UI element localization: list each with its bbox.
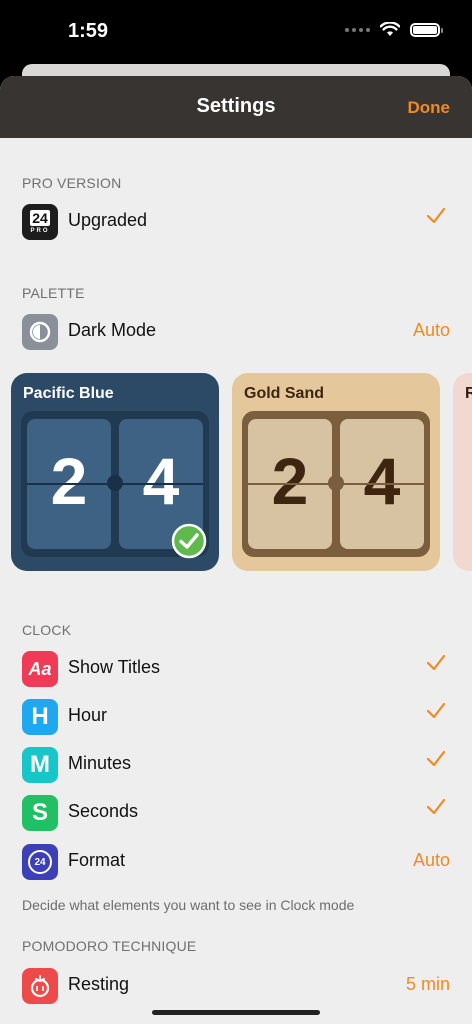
- page-title: Settings: [196, 95, 276, 117]
- show-titles-row[interactable]: Aa Show Titles: [0, 645, 472, 693]
- dark-mode-row[interactable]: Dark Mode Auto: [0, 308, 472, 356]
- seconds-s-icon: S: [22, 795, 58, 831]
- format-24-icon: 24: [22, 844, 58, 880]
- section-header-clock: CLOCK: [22, 622, 72, 638]
- section-header-pomodoro: POMODORO TECHNIQUE: [22, 938, 197, 954]
- checkmark-icon: [426, 702, 446, 719]
- palette-card-partial[interactable]: R: [453, 373, 472, 571]
- section-header-pro: PRO VERSION: [22, 175, 122, 191]
- seconds-row[interactable]: S Seconds: [0, 789, 472, 837]
- upgraded-label: Upgraded: [68, 210, 148, 230]
- flip-tile: 2: [27, 419, 111, 549]
- palette-name: R: [465, 385, 472, 402]
- status-time: 1:59: [68, 20, 109, 42]
- resting-row[interactable]: Resting 5 min: [0, 962, 472, 1010]
- flip-digit: 2: [271, 444, 309, 518]
- status-icons: [345, 22, 443, 37]
- minutes-label: Minutes: [68, 753, 132, 773]
- wifi-icon: [380, 22, 400, 36]
- palette-name: Gold Sand: [244, 385, 324, 402]
- clock-footer-note: Decide what elements you want to see in …: [22, 897, 355, 913]
- checkmark-icon: [426, 798, 446, 815]
- hinge: [328, 475, 344, 491]
- checkmark-icon: [426, 207, 446, 224]
- palette-name: Pacific Blue: [23, 385, 114, 402]
- battery-icon: [410, 22, 443, 37]
- dark-mode-value: Auto: [412, 320, 450, 340]
- checkmark-icon: [426, 750, 446, 767]
- pro-24-icon: 24 PRO: [22, 204, 58, 240]
- seconds-label: Seconds: [68, 801, 139, 821]
- font-aa-icon: Aa: [22, 651, 58, 687]
- hour-row[interactable]: H Hour: [0, 693, 472, 741]
- format-label: Format: [68, 850, 126, 870]
- flip-digit: 2: [50, 444, 88, 518]
- format-value: Auto: [412, 850, 450, 870]
- resting-label: Resting: [68, 974, 130, 994]
- tomato-icon: [22, 968, 58, 1004]
- hinge: [107, 475, 123, 491]
- cellular-dots-icon: [345, 27, 370, 32]
- checkmark-icon: [426, 654, 446, 671]
- resting-value: 5 min: [405, 974, 450, 994]
- minutes-row[interactable]: M Minutes: [0, 741, 472, 789]
- selected-check-icon: [171, 523, 207, 559]
- flip-digit: 4: [363, 444, 401, 518]
- dark-mode-icon: [22, 314, 58, 350]
- flip-clock-preview: 2 4: [242, 411, 430, 557]
- palette-card-pacific-blue[interactable]: Pacific Blue 2 4: [11, 373, 219, 571]
- flip-digit: 4: [142, 444, 180, 518]
- status-bar: 1:59: [0, 0, 472, 64]
- hour-h-icon: H: [22, 699, 58, 735]
- hour-label: Hour: [68, 705, 108, 725]
- flip-tile: 2: [248, 419, 332, 549]
- dark-mode-label: Dark Mode: [68, 320, 157, 340]
- home-indicator: [152, 1010, 320, 1015]
- section-header-palette: PALETTE: [22, 285, 85, 301]
- minutes-m-icon: M: [22, 747, 58, 783]
- settings-sheet: Settings Done PRO VERSION 24 PRO Upgrade…: [0, 76, 472, 1024]
- flip-tile: 4: [340, 419, 424, 549]
- upgraded-row[interactable]: 24 PRO Upgraded: [0, 198, 472, 246]
- navigation-bar: Settings Done: [0, 76, 472, 138]
- done-button[interactable]: Done: [408, 98, 451, 118]
- palette-card-gold-sand[interactable]: Gold Sand 2 4: [232, 373, 440, 571]
- show-titles-label: Show Titles: [68, 657, 161, 677]
- format-row[interactable]: 24 Format Auto: [0, 838, 472, 886]
